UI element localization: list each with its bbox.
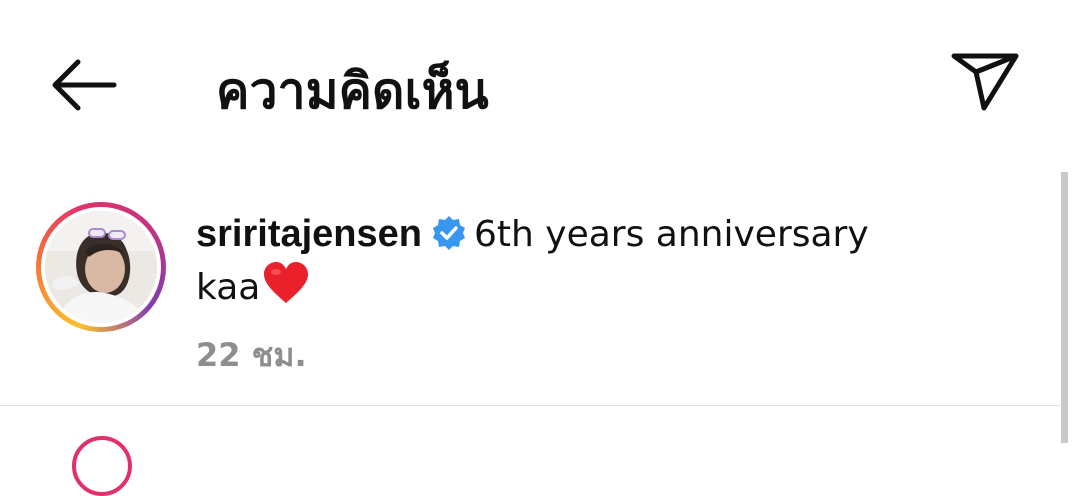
send-icon <box>951 53 1019 111</box>
back-button[interactable] <box>48 56 120 114</box>
comment-item: sriritajensen 6th years anniversary kaa … <box>0 190 1060 400</box>
avatar[interactable] <box>45 211 157 323</box>
arrow-left-icon <box>52 59 117 111</box>
comment-caption-line2: kaa <box>196 267 261 308</box>
next-comment-avatar[interactable] <box>72 436 132 496</box>
scrollbar[interactable] <box>1061 172 1068 443</box>
comment-timestamp: 22 ชม. <box>196 336 307 374</box>
red-heart-icon <box>262 261 310 305</box>
verified-badge-icon <box>430 214 468 252</box>
comment-caption-line1: 6th years anniversary <box>474 214 869 255</box>
username[interactable]: sriritajensen <box>196 213 422 255</box>
avatar-photo <box>45 211 157 323</box>
divider <box>0 405 1060 406</box>
share-button[interactable] <box>946 46 1024 116</box>
page-title: ความคิดเห็น <box>216 62 489 120</box>
story-ring[interactable] <box>36 202 166 332</box>
top-bar: ความคิดเห็น <box>0 0 1080 170</box>
comment-text: sriritajensen 6th years anniversary kaa <box>196 208 1016 314</box>
